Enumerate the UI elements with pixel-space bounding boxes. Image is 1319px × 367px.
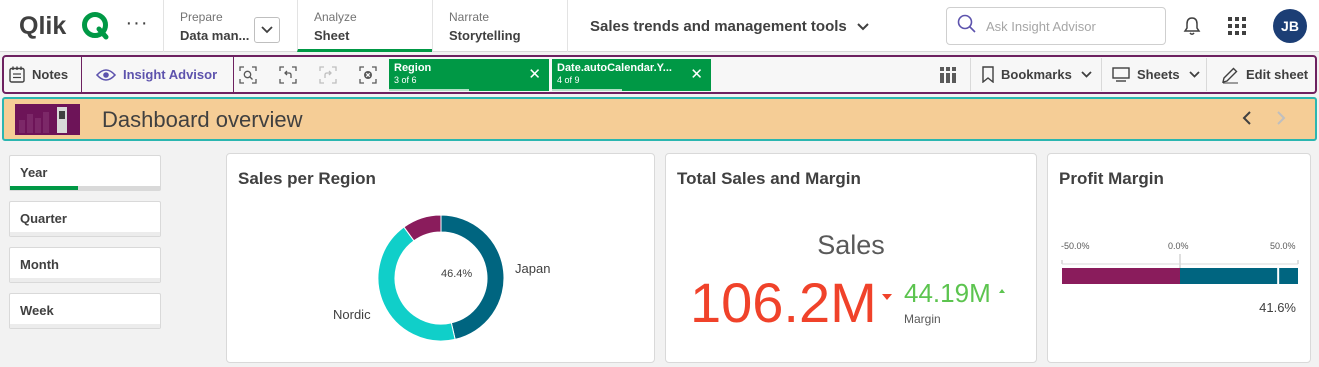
clear-selections-icon[interactable] [358, 65, 378, 85]
filter-state-bar [10, 232, 160, 236]
selections-tool-icon[interactable] [938, 65, 958, 85]
insight-advisor-button[interactable]: Insight Advisor [81, 57, 235, 92]
card-title: Total Sales and Margin [677, 169, 861, 188]
filter-label: Week [20, 303, 54, 318]
selection-chip-field: Region [394, 62, 432, 74]
donut-label-nordic: Nordic [333, 307, 371, 322]
bookmarks-label: Bookmarks [1001, 67, 1072, 82]
profit-margin-card[interactable]: Profit Margin -50.0% 0.0% 50.0% 41.6% [1047, 153, 1311, 363]
apps-grid-icon[interactable] [1228, 17, 1246, 40]
kpi-secondary-value: 44.19M [904, 278, 991, 308]
tab-narrate-value: Storytelling [449, 28, 521, 43]
filter-year[interactable]: Year [9, 155, 161, 191]
user-avatar[interactable]: JB [1273, 9, 1307, 43]
axis-tick-label: 0.0% [1168, 241, 1189, 251]
qlik-logo[interactable]: Qlik [19, 12, 111, 40]
sheet-title: Dashboard overview [102, 107, 303, 132]
sheets-icon [1112, 67, 1130, 82]
tab-narrate[interactable]: Narrate Storytelling [432, 0, 567, 52]
filter-month[interactable]: Month [9, 247, 161, 283]
sales-per-region-card[interactable]: Sales per Region Japan Nordic 46.4% [226, 153, 655, 363]
kpi-label: Sales [817, 230, 885, 260]
sheet-title-banner: Dashboard overview [2, 97, 1317, 141]
filter-state-bar [10, 324, 160, 328]
sheet-thumbnail [15, 104, 80, 135]
notifications-bell-icon[interactable] [1183, 16, 1201, 41]
next-sheet-chevron-right-icon[interactable] [1276, 110, 1286, 131]
selection-chip-region[interactable]: Region 3 of 6 ✕ [389, 59, 549, 91]
step-back-icon[interactable] [278, 65, 298, 85]
close-icon[interactable]: ✕ [690, 67, 703, 82]
total-sales-card[interactable]: Total Sales and Margin Sales 106.2M 44.1… [665, 153, 1037, 363]
chevron-down-icon [857, 18, 869, 35]
bookmarks-button[interactable]: Bookmarks [982, 57, 1092, 92]
card-title: Profit Margin [1059, 169, 1164, 188]
step-forward-icon[interactable] [318, 65, 338, 85]
edit-sheet-label: Edit sheet [1246, 67, 1309, 82]
tab-analyze[interactable]: Analyze Sheet [297, 0, 432, 52]
edit-sheet-button[interactable]: Edit sheet [1221, 57, 1308, 92]
more-menu-icon[interactable]: ··· [124, 13, 150, 39]
axis-tick-label: 50.0% [1270, 241, 1296, 251]
sheets-button[interactable]: Sheets [1112, 57, 1200, 92]
chevron-down-icon [261, 26, 273, 34]
filter-label: Year [20, 165, 48, 180]
selection-chip-date[interactable]: Date.autoCalendar.Y... 4 of 9 ✕ [552, 59, 711, 91]
donut-slice-nordic[interactable] [377, 226, 456, 342]
filter-selected-bar [10, 186, 78, 190]
smart-search-icon[interactable] [238, 65, 258, 85]
filter-label: Quarter [20, 211, 67, 226]
insight-search-box[interactable] [946, 7, 1166, 45]
profit-margin-bar[interactable] [1048, 254, 1312, 294]
toolbar-divider [1206, 58, 1207, 91]
sheets-label: Sheets [1137, 67, 1180, 82]
prepare-dropdown-button[interactable] [254, 17, 280, 43]
app-title-menu[interactable]: Sales trends and management tools [567, 0, 869, 52]
toolbar-divider [970, 58, 971, 91]
selection-chip-field: Date.autoCalendar.Y... [557, 62, 672, 74]
donut-chart[interactable] [227, 154, 656, 364]
axis-tick-label: -50.0% [1061, 241, 1090, 251]
kpi-secondary-label: Margin [904, 312, 941, 326]
tab-analyze-value: Sheet [314, 28, 350, 43]
donut-center-label: 46.4% [441, 268, 473, 280]
margin-segment-0 [1062, 268, 1180, 284]
margin-segment-1 [1180, 268, 1298, 284]
insight-advisor-label: Insight Advisor [123, 67, 218, 82]
filter-state-bar [10, 278, 160, 282]
donut-label-japan: Japan [515, 261, 551, 276]
filter-quarter[interactable]: Quarter [9, 201, 161, 237]
trend-down-icon [882, 294, 892, 300]
sheet-toolbar: Notes Insight Advisor Region 3 of 6 ✕ Da… [2, 55, 1317, 94]
filter-week[interactable]: Week [9, 293, 161, 329]
kpi-main-value: 106.2M [690, 271, 877, 334]
selection-chip-count: 3 of 6 [394, 75, 417, 85]
tab-analyze-label: Analyze [314, 10, 357, 24]
top-navigation-bar: Qlik ··· Prepare Data man... Analyze She… [0, 0, 1319, 52]
selection-chip-count: 4 of 9 [557, 75, 580, 85]
close-icon[interactable]: ✕ [528, 67, 541, 82]
previous-sheet-chevron-left-icon[interactable] [1242, 110, 1252, 131]
selection-progress-bar [552, 89, 622, 91]
trend-up-icon [999, 289, 1005, 293]
selection-progress-bar [389, 89, 469, 91]
chevron-down-icon [1081, 71, 1092, 78]
logo-text: Qlik [19, 12, 66, 40]
app-title: Sales trends and management tools [590, 17, 847, 35]
insight-eye-icon [96, 68, 116, 82]
tab-narrate-label: Narrate [449, 10, 490, 24]
chevron-down-icon [1189, 71, 1200, 78]
filter-label: Month [20, 257, 59, 272]
search-input[interactable] [986, 18, 1156, 34]
notes-label: Notes [32, 67, 69, 82]
notes-button[interactable]: Notes [9, 57, 68, 92]
search-icon [956, 13, 978, 40]
profit-margin-value: 41.6% [1259, 300, 1296, 315]
notes-icon [9, 66, 25, 83]
bookmark-icon [982, 66, 994, 83]
pencil-icon [1221, 66, 1239, 84]
toolbar-divider [1101, 58, 1102, 91]
